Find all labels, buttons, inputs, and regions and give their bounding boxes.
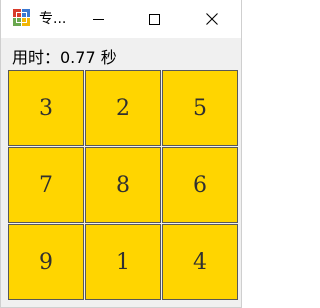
maximize-button[interactable] bbox=[125, 0, 183, 38]
elapsed-time-label: 用时：0.77 秒 bbox=[12, 48, 117, 67]
puzzle-tile[interactable]: 9 bbox=[8, 224, 84, 300]
title-bar[interactable]: 专... bbox=[1, 0, 241, 38]
close-button[interactable] bbox=[183, 0, 241, 38]
puzzle-tile[interactable]: 7 bbox=[8, 147, 84, 223]
puzzle-grid: 3 2 5 7 8 6 9 1 4 bbox=[8, 70, 238, 300]
puzzle-tile[interactable]: 2 bbox=[85, 70, 161, 146]
puzzle-tile[interactable]: 1 bbox=[85, 224, 161, 300]
puzzle-tile[interactable]: 5 bbox=[162, 70, 238, 146]
puzzle-tile[interactable]: 6 bbox=[162, 147, 238, 223]
app-icon[interactable] bbox=[13, 9, 31, 27]
puzzle-tile[interactable]: 3 bbox=[8, 70, 84, 146]
puzzle-tile[interactable]: 8 bbox=[85, 147, 161, 223]
app-window: 专... 用时：0.77 秒 3 2 5 7 8 6 9 1 4 bbox=[0, 0, 242, 308]
minimize-button[interactable] bbox=[69, 0, 127, 38]
maximize-icon bbox=[149, 14, 160, 25]
puzzle-tile[interactable]: 4 bbox=[162, 224, 238, 300]
minimize-icon bbox=[93, 19, 104, 20]
window-title: 专... bbox=[39, 11, 67, 27]
close-icon bbox=[206, 13, 218, 25]
